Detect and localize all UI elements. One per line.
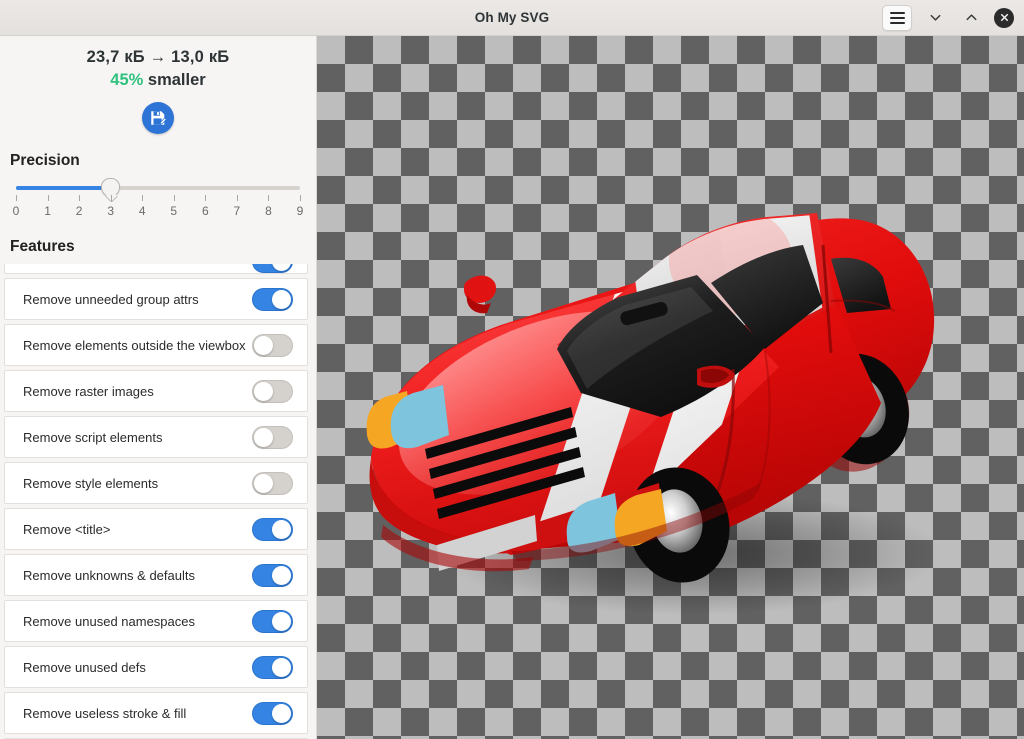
car-artwork	[361, 153, 981, 623]
feature-label: Remove unknowns & defaults	[23, 567, 195, 583]
features-title: Features	[10, 238, 75, 255]
slider-tick	[47, 195, 49, 201]
window-controls	[882, 4, 1024, 31]
slider-tick-labels: 0 1 2 3 4 5 6 7 8 9	[12, 204, 304, 220]
feature-label: Remove script elements	[23, 429, 163, 445]
slider-tick	[300, 195, 301, 201]
main-area: 23,7 кБ → 13,0 кБ 45% smaller Precision …	[0, 36, 1024, 739]
slider-track[interactable]	[16, 178, 300, 197]
feature-row[interactable]: Remove elements outside the viewbox	[4, 324, 308, 366]
feature-label: Remove raster images	[23, 383, 154, 399]
feature-toggle[interactable]	[252, 425, 293, 449]
toggle-knob	[272, 611, 291, 631]
hamburger-line	[889, 11, 905, 14]
toggle-knob	[272, 264, 291, 271]
feature-row[interactable]: Remove unused namespaces	[4, 600, 308, 642]
slider-fill	[16, 186, 111, 190]
feature-toggle[interactable]	[252, 655, 293, 679]
precision-slider[interactable]: 0 1 2 3 4 5 6 7 8 9	[0, 178, 316, 220]
feature-toggle[interactable]	[252, 264, 293, 273]
feature-row[interactable]: Remove unknowns & defaults	[4, 554, 308, 596]
reduction-summary: 45% smaller	[10, 71, 306, 90]
toggle-knob	[254, 335, 273, 355]
feature-label: Remove elements outside the viewbox	[23, 337, 246, 353]
feature-label: Remove style elements	[23, 475, 159, 491]
feature-label: Remove unused defs	[23, 659, 146, 675]
slider-tick-label: 4	[138, 204, 146, 218]
page-title: Oh My SVG	[474, 10, 550, 25]
chevron-down-icon[interactable]	[922, 5, 948, 31]
feature-toggle[interactable]	[252, 287, 293, 311]
chevron-up-icon[interactable]	[958, 5, 984, 31]
toggle-knob	[272, 565, 291, 585]
feature-row[interactable]: Remove script elements	[4, 416, 308, 458]
slider-tick-label: 2	[75, 204, 83, 218]
feature-toggle[interactable]	[252, 609, 293, 633]
slider-tick-label: 6	[201, 204, 209, 218]
toggle-knob	[272, 703, 291, 723]
save-row	[0, 102, 316, 134]
slider-tick-label: 1	[44, 204, 51, 218]
feature-row[interactable]: Remove useless stroke & fill	[4, 692, 308, 734]
feature-label: Remove unused namespaces	[23, 613, 195, 629]
slider-tick-label: 9	[296, 204, 304, 218]
slider-tick	[173, 195, 175, 201]
feature-row[interactable]	[4, 264, 308, 274]
hamburger-line	[889, 16, 905, 19]
slider-tick	[236, 195, 238, 201]
title-bar: Oh My SVG	[0, 0, 1024, 36]
toggle-knob	[272, 657, 291, 677]
reduction-percent: 45%	[110, 71, 144, 89]
hamburger-line	[889, 21, 905, 24]
save-as-icon[interactable]	[142, 102, 174, 134]
toggle-knob	[254, 427, 273, 447]
close-icon[interactable]	[994, 7, 1014, 28]
feature-row[interactable]: Remove unneeded group attrs	[4, 278, 308, 320]
slider-tick-label: 8	[265, 204, 272, 218]
feature-label: Remove useless stroke & fill	[23, 705, 187, 721]
reduction-suffix: smaller	[147, 71, 206, 89]
feature-row[interactable]: Remove <title>	[4, 508, 308, 550]
feature-toggle[interactable]	[252, 379, 293, 403]
slider-tick-label: 3	[107, 204, 114, 218]
slider-tick	[205, 195, 207, 201]
feature-label: Remove <title>	[23, 521, 111, 537]
precision-title: Precision	[10, 152, 80, 169]
slider-tick	[268, 195, 270, 201]
toggle-knob	[254, 473, 273, 493]
slider-tick	[110, 195, 112, 201]
toggle-knob	[272, 519, 291, 539]
feature-toggle[interactable]	[252, 701, 293, 725]
feature-row[interactable]: Remove raster images	[4, 370, 308, 412]
feature-row[interactable]: Remove style elements	[4, 462, 308, 504]
feature-toggle[interactable]	[252, 517, 293, 541]
settings-sidebar: 23,7 кБ → 13,0 кБ 45% smaller Precision …	[0, 36, 317, 739]
slider-tick-label: 0	[12, 204, 20, 218]
hamburger-icon[interactable]	[882, 4, 912, 31]
size-summary: 23,7 кБ → 13,0 кБ 45% smaller	[0, 36, 316, 90]
features-list[interactable]: Remove unneeded group attrs Remove elemen…	[0, 264, 316, 739]
slider-tick	[16, 195, 17, 201]
slider-tick	[79, 195, 81, 201]
feature-row[interactable]: Remove unused defs	[4, 646, 308, 688]
toggle-knob	[272, 289, 291, 309]
app-window: Oh My SVG 23,7 кБ → 13,0 кБ 45% smaller …	[0, 0, 1024, 739]
slider-ticks	[16, 195, 301, 203]
svg-preview-canvas[interactable]	[317, 36, 1024, 739]
feature-toggle[interactable]	[252, 563, 293, 587]
feature-toggle[interactable]	[252, 471, 293, 495]
toggle-knob	[254, 381, 273, 401]
feature-label: Remove unneeded group attrs	[23, 291, 199, 307]
slider-tick-label: 5	[170, 204, 178, 218]
size-comparison: 23,7 кБ → 13,0 кБ	[86, 48, 230, 66]
slider-tick	[142, 195, 144, 201]
feature-toggle[interactable]	[252, 333, 293, 357]
slider-tick-label: 7	[233, 204, 241, 218]
